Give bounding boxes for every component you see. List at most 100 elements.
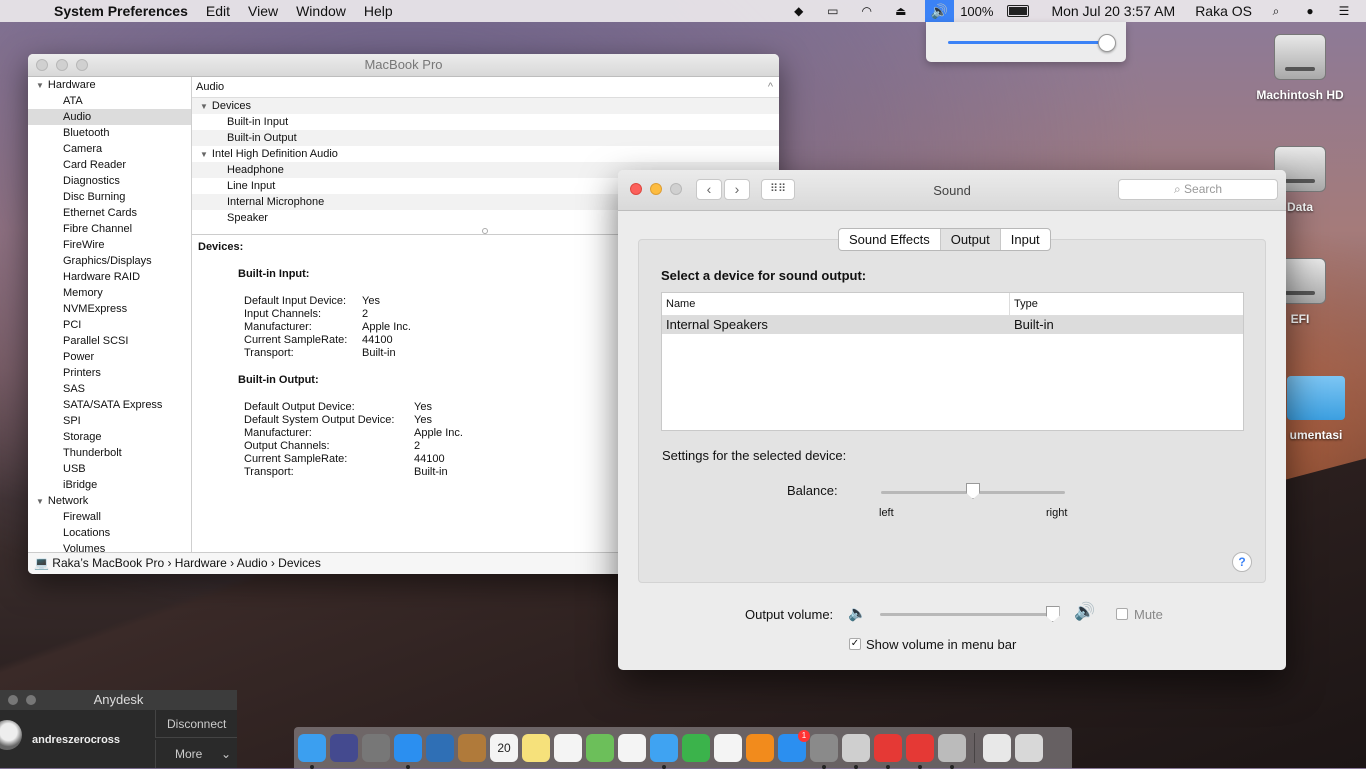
user-menu[interactable]: Raka OS: [1195, 3, 1252, 19]
clock[interactable]: Mon Jul 20 3:57 AM: [1051, 3, 1175, 19]
anydesk-alt-icon[interactable]: [906, 733, 934, 769]
facetime-icon[interactable]: [682, 733, 710, 762]
column-header-name[interactable]: Name: [662, 293, 1010, 315]
notes-icon[interactable]: [522, 733, 550, 762]
desktop-icon-macintosh-hd[interactable]: Machintosh HD: [1250, 34, 1350, 102]
sidebar-item[interactable]: Bluetooth: [28, 125, 191, 141]
volume-menu-icon[interactable]: 🔊: [924, 0, 955, 22]
sidebar-item[interactable]: Camera: [28, 141, 191, 157]
siri-menu-icon[interactable]: ●: [1300, 3, 1320, 19]
tree-group[interactable]: Devices: [192, 98, 779, 114]
tree-group[interactable]: Intel High Definition Audio: [192, 146, 779, 162]
safari-icon[interactable]: [394, 733, 422, 769]
contacts-icon[interactable]: [458, 733, 486, 762]
preview-icon[interactable]: [426, 733, 454, 762]
search-field[interactable]: ⌕ Search: [1118, 179, 1278, 200]
maps-icon[interactable]: [586, 733, 614, 762]
sidebar-item[interactable]: Ethernet Cards: [28, 205, 191, 221]
column-header-type[interactable]: Type: [1010, 293, 1038, 315]
close-button[interactable]: [8, 695, 18, 705]
sidebar-item[interactable]: iBridge: [28, 477, 191, 493]
activity-monitor-icon[interactable]: ▭: [823, 3, 843, 19]
volume-popup-knob[interactable]: [1098, 34, 1116, 52]
help-button[interactable]: ?: [1232, 552, 1252, 572]
volume-popup-slider[interactable]: [948, 41, 1110, 44]
trash-icon[interactable]: [1015, 733, 1043, 762]
sidebar-item[interactable]: Card Reader: [28, 157, 191, 173]
ibooks-icon[interactable]: [746, 733, 774, 762]
sidebar-group[interactable]: Network: [28, 493, 191, 509]
app-menu[interactable]: System Preferences: [54, 3, 188, 19]
wifi-icon[interactable]: ◠: [857, 3, 877, 19]
menu-window[interactable]: Window: [296, 3, 346, 19]
sidebar-item[interactable]: USB: [28, 461, 191, 477]
battery-icon[interactable]: [1007, 5, 1030, 17]
window-titlebar[interactable]: MacBook Pro: [28, 54, 779, 77]
anydesk-titlebar[interactable]: Anydesk: [0, 690, 237, 710]
sidebar-item[interactable]: PCI: [28, 317, 191, 333]
disconnect-button[interactable]: Disconnect: [155, 710, 237, 738]
tab-input[interactable]: Input: [1001, 229, 1050, 250]
sidebar-item[interactable]: SATA/SATA Express: [28, 397, 191, 413]
sidebar-item[interactable]: Storage: [28, 429, 191, 445]
disk-utility-icon[interactable]: [938, 733, 966, 769]
reminders-icon[interactable]: [554, 733, 582, 762]
sidebar-group[interactable]: Hardware: [28, 77, 191, 93]
system-information-icon[interactable]: [842, 733, 870, 769]
sidebar-item[interactable]: NVMExpress: [28, 301, 191, 317]
mute-checkbox[interactable]: [1116, 608, 1128, 620]
zoom-button[interactable]: [76, 59, 88, 71]
sidebar-item[interactable]: Fibre Channel: [28, 221, 191, 237]
close-button[interactable]: [36, 59, 48, 71]
minimize-button[interactable]: [56, 59, 68, 71]
photos-icon[interactable]: [618, 733, 646, 762]
tree-item[interactable]: Built-in Output: [192, 130, 779, 146]
sidebar-item[interactable]: Disc Burning: [28, 189, 191, 205]
notification-center-icon[interactable]: ☰: [1334, 3, 1354, 19]
menu-edit[interactable]: Edit: [206, 3, 230, 19]
system-preferences-icon[interactable]: [810, 733, 838, 769]
tab-output[interactable]: Output: [940, 229, 1001, 250]
output-volume-knob[interactable]: [1045, 606, 1060, 622]
menu-help[interactable]: Help: [364, 3, 393, 19]
nvidia-icon[interactable]: ◆: [789, 3, 809, 19]
sidebar-item[interactable]: Memory: [28, 285, 191, 301]
table-row[interactable]: Internal Speakers Built-in: [662, 316, 1243, 334]
sidebar-item[interactable]: FireWire: [28, 237, 191, 253]
sidebar-item[interactable]: Parallel SCSI: [28, 333, 191, 349]
sidebar-item[interactable]: SPI: [28, 413, 191, 429]
sidebar-item[interactable]: Diagnostics: [28, 173, 191, 189]
messages-icon[interactable]: [650, 733, 678, 769]
more-button[interactable]: More ⌄: [155, 740, 237, 768]
sidebar-item[interactable]: Printers: [28, 365, 191, 381]
balance-knob[interactable]: [966, 483, 980, 499]
sidebar-item[interactable]: Thunderbolt: [28, 445, 191, 461]
appstore-icon[interactable]: 1: [778, 729, 810, 762]
sidebar-item[interactable]: Graphics/Displays: [28, 253, 191, 269]
output-volume-slider[interactable]: [880, 613, 1058, 616]
eject-icon[interactable]: ⏏: [891, 3, 911, 19]
tree-item[interactable]: Built-in Input: [192, 114, 779, 130]
minimize-button[interactable]: [26, 695, 36, 705]
tab-sound-effects[interactable]: Sound Effects: [839, 229, 941, 250]
sidebar-item[interactable]: ATA: [28, 93, 191, 109]
anydesk-icon[interactable]: [874, 733, 902, 769]
sidebar-item[interactable]: Hardware RAID: [28, 269, 191, 285]
pane-header[interactable]: Audio ^: [192, 77, 779, 98]
path-text[interactable]: Raka’s MacBook Pro › Hardware › Audio › …: [52, 556, 321, 570]
sidebar-item[interactable]: Power: [28, 349, 191, 365]
calendar-icon[interactable]: 20: [490, 733, 518, 762]
window-toolbar[interactable]: ‹ › ⠿⠿ Sound ⌕ Search: [618, 170, 1286, 211]
siri-icon[interactable]: [330, 733, 358, 762]
documents-icon[interactable]: [983, 733, 1011, 762]
sidebar-item[interactable]: Locations: [28, 525, 191, 541]
menu-view[interactable]: View: [248, 3, 278, 19]
finder-icon[interactable]: [298, 733, 326, 769]
sidebar-item[interactable]: Audio: [28, 109, 191, 125]
itunes-icon[interactable]: [714, 733, 742, 762]
launchpad-icon[interactable]: [362, 733, 390, 762]
show-volume-checkbox[interactable]: ✓: [849, 638, 861, 650]
sidebar-item[interactable]: SAS: [28, 381, 191, 397]
sidebar-item[interactable]: Firewall: [28, 509, 191, 525]
spotlight-search-icon[interactable]: ⌕: [1266, 3, 1286, 19]
